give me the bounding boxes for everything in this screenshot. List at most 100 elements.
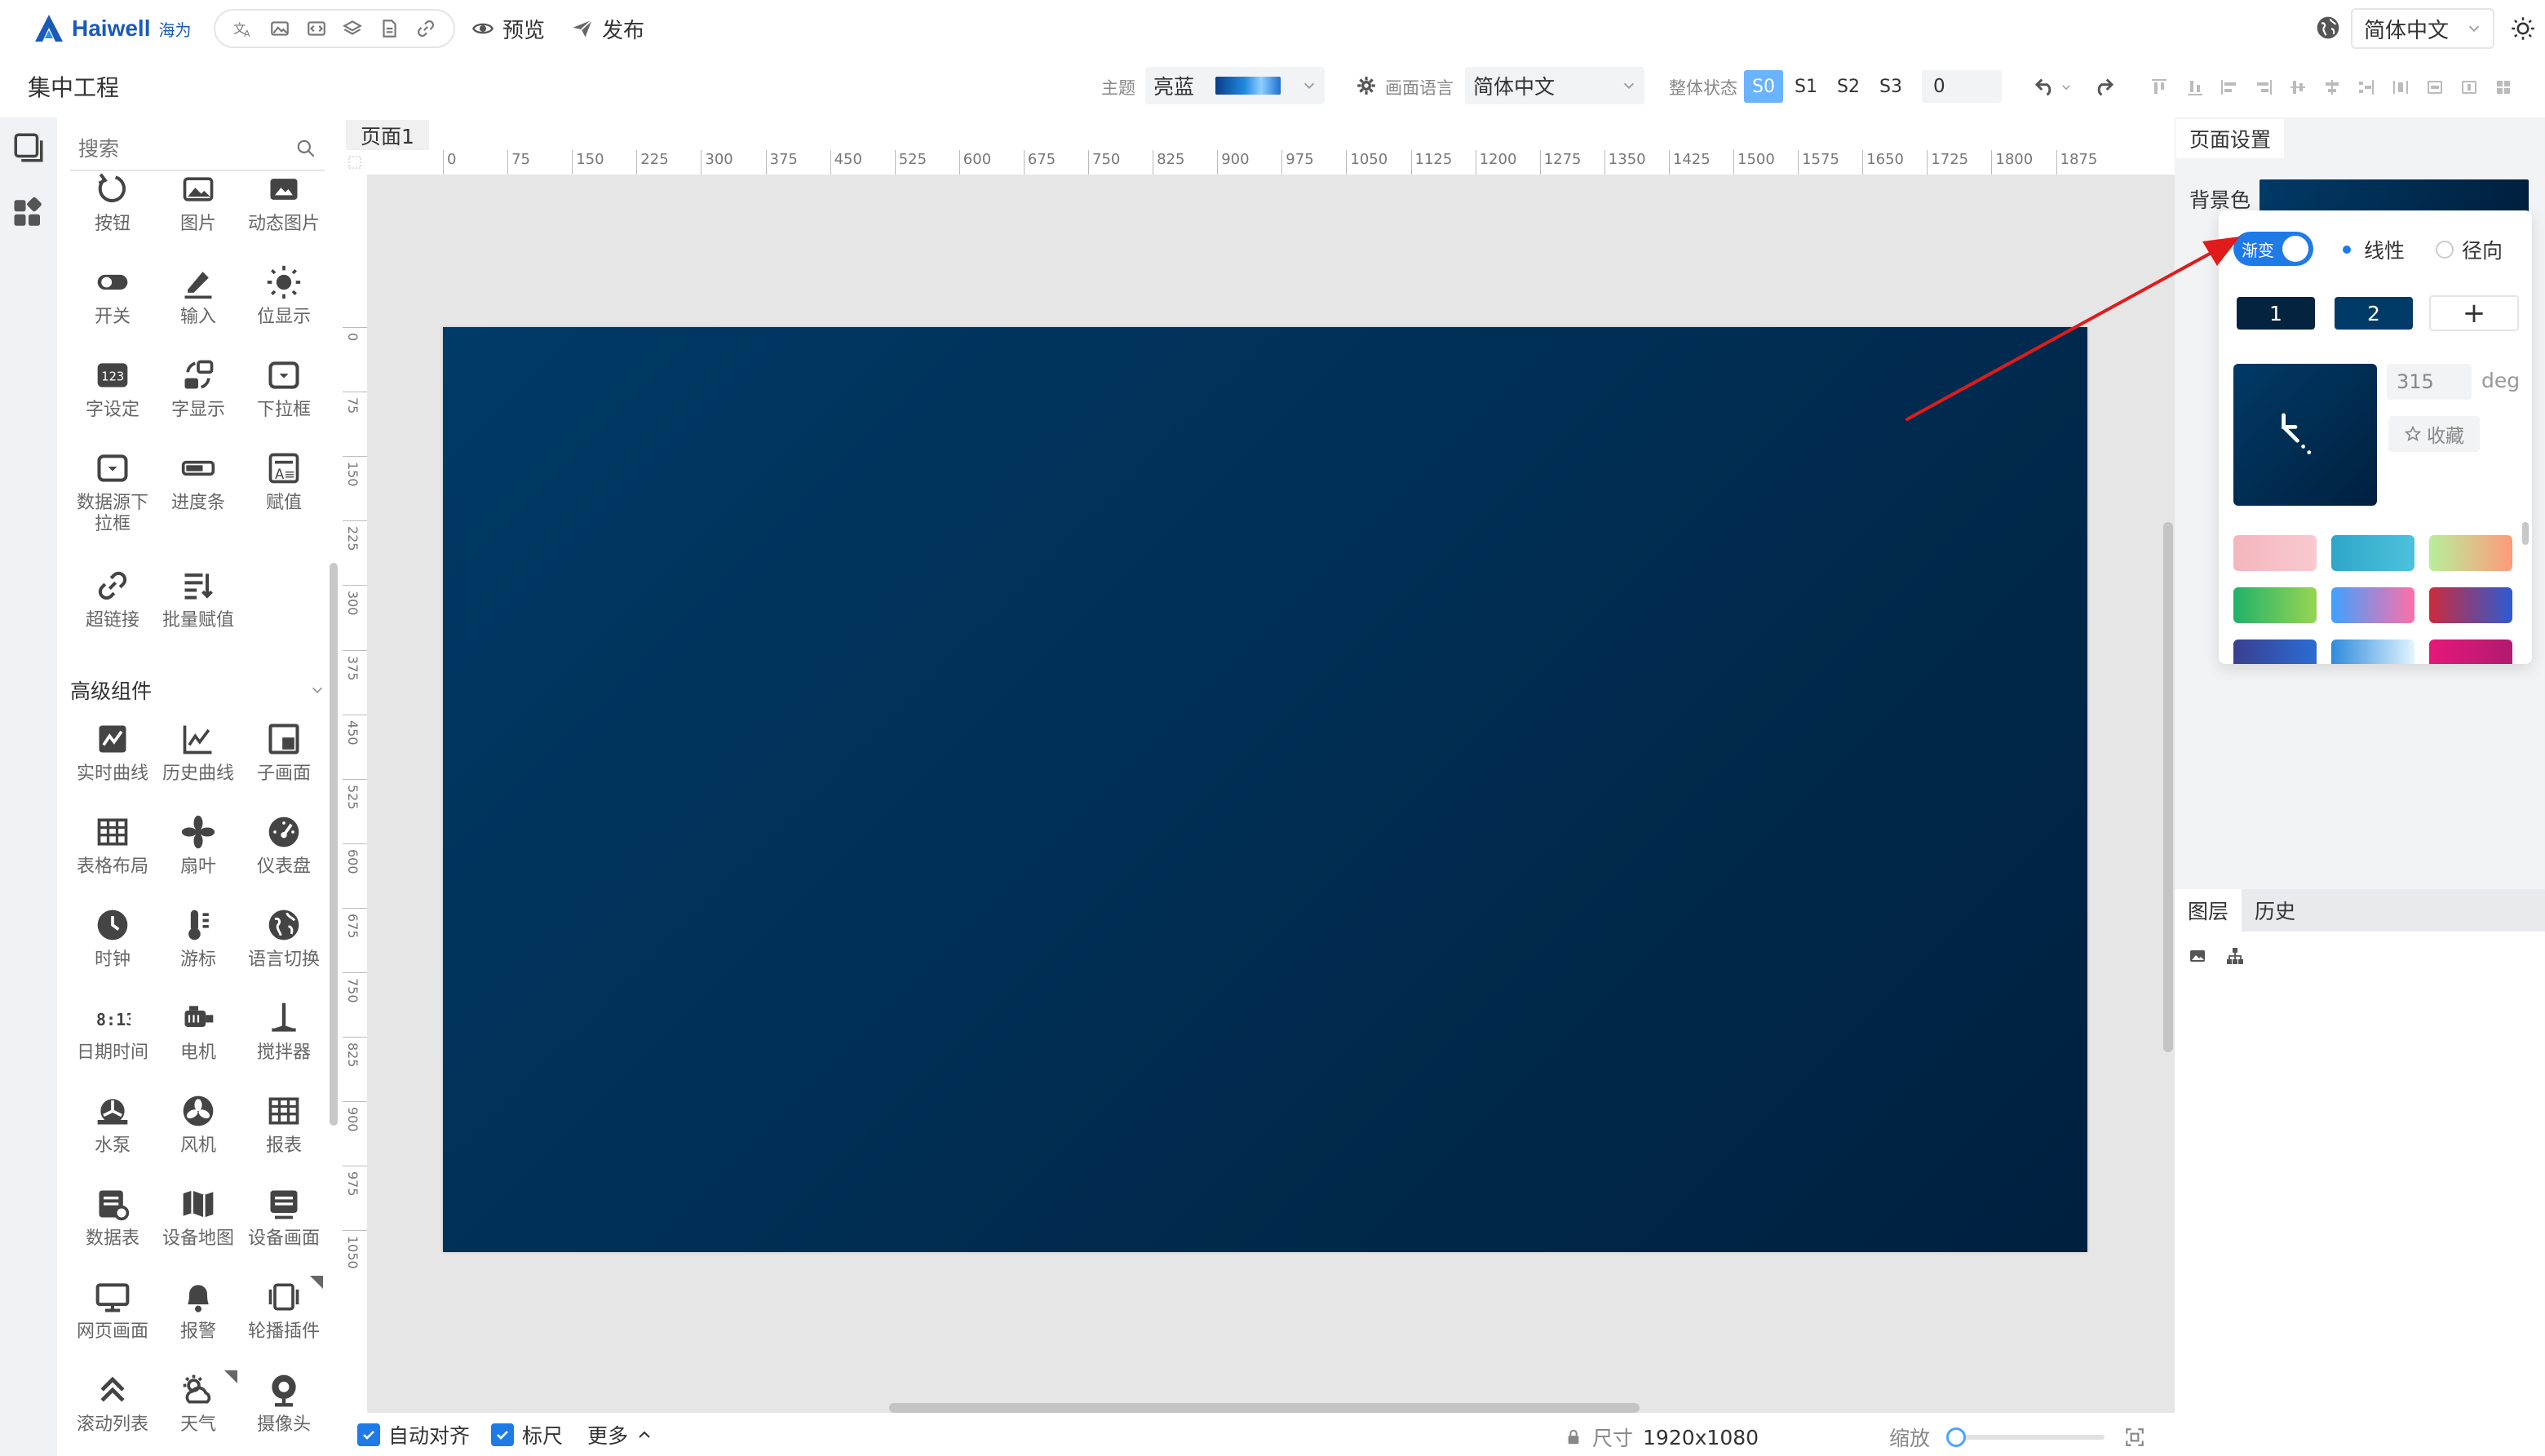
align-center-v-icon[interactable] xyxy=(2318,73,2346,101)
component-datasource-dropdown[interactable]: 数据源下拉框 xyxy=(70,449,155,538)
component-picture[interactable]: 图片 xyxy=(156,170,241,259)
image-layer-icon[interactable] xyxy=(2188,946,2207,966)
component-assign[interactable]: A≡ 赋值 xyxy=(241,449,326,538)
document-icon[interactable] xyxy=(375,15,403,42)
component-hyperlink[interactable]: 超链接 xyxy=(70,566,155,656)
component-device-screen[interactable]: 设备画面 xyxy=(241,1184,326,1274)
tab-history[interactable]: 历史 xyxy=(2242,889,2308,932)
component-datatable[interactable]: 数据表 xyxy=(70,1184,155,1274)
lock-icon[interactable] xyxy=(1565,1428,1582,1446)
component-dynamic-picture[interactable]: 动态图片 xyxy=(241,170,326,259)
component-toggle[interactable]: 开关 xyxy=(70,263,155,352)
component-motor[interactable]: 电机 xyxy=(156,998,241,1088)
advanced-components-header[interactable]: 高级组件 xyxy=(70,674,325,706)
component-dropdown[interactable]: 下拉框 xyxy=(241,356,326,445)
gradient-preset-swatch[interactable] xyxy=(2233,587,2317,623)
component-pump[interactable]: 水泵 xyxy=(70,1091,155,1181)
hierarchy-icon[interactable] xyxy=(2225,946,2245,966)
undo-icon[interactable] xyxy=(2033,73,2057,98)
theme-select[interactable]: 亮蓝 xyxy=(1145,67,1325,104)
more-button[interactable]: 更多 xyxy=(587,1420,653,1449)
same-size-icon[interactable] xyxy=(2490,73,2517,101)
canvas-vertical-scrollbar[interactable] xyxy=(2163,522,2173,1052)
distribute-h-icon[interactable] xyxy=(2352,73,2380,101)
component-fan-blade[interactable]: 扇叶 xyxy=(156,812,241,902)
zoom-slider-handle[interactable] xyxy=(1946,1427,1967,1447)
state-s3-button[interactable]: S3 xyxy=(1871,70,1910,103)
state-s1-button[interactable]: S1 xyxy=(1786,70,1826,103)
align-right-icon[interactable] xyxy=(2250,73,2277,101)
gradient-preset-swatch[interactable] xyxy=(2233,639,2317,664)
component-language-switch[interactable]: 语言切换 xyxy=(241,905,326,995)
align-top-icon[interactable] xyxy=(2145,73,2173,101)
component-subscreen[interactable]: 子画面 xyxy=(241,719,326,809)
favorite-button[interactable]: 收藏 xyxy=(2388,416,2480,452)
gradient-preset-swatch[interactable] xyxy=(2429,639,2512,664)
state-s0-button[interactable]: S0 xyxy=(1744,70,1783,103)
background-color-swatch[interactable] xyxy=(2260,179,2529,212)
search-icon[interactable] xyxy=(295,138,316,159)
add-stop-button[interactable]: + xyxy=(2429,295,2519,331)
distribute-v-icon[interactable] xyxy=(2387,73,2414,101)
state-input[interactable]: 0 xyxy=(1922,70,2002,103)
gradient-preset-swatch[interactable] xyxy=(2331,639,2414,664)
auto-align-checkbox[interactable]: 自动对齐 xyxy=(357,1420,470,1449)
code-icon[interactable] xyxy=(303,15,330,42)
component-mixer[interactable]: 搅拌器 xyxy=(241,998,326,1088)
screen-language-select[interactable]: 简体中文 xyxy=(1465,67,1644,104)
component-input[interactable]: 输入 xyxy=(156,263,241,352)
tab-page-settings[interactable]: 页面设置 xyxy=(2176,119,2285,158)
component-word-display[interactable]: 字显示 xyxy=(156,356,241,445)
theme-toggle-button[interactable] xyxy=(2504,8,2542,49)
state-s2-button[interactable]: S2 xyxy=(1829,70,1868,103)
same-width-icon[interactable] xyxy=(2421,73,2449,101)
zoom-slider[interactable] xyxy=(1946,1427,2105,1447)
gradient-preset-swatch[interactable] xyxy=(2233,535,2317,571)
chevron-down-icon[interactable] xyxy=(2060,82,2072,93)
gradient-preview[interactable] xyxy=(2233,364,2377,506)
component-button[interactable]: 按钮 xyxy=(70,170,155,259)
component-blower[interactable]: 风机 xyxy=(156,1091,241,1181)
canvas-horizontal-scrollbar[interactable] xyxy=(889,1403,1640,1413)
publish-button[interactable]: 发布 xyxy=(571,11,644,46)
preview-button[interactable]: 预览 xyxy=(471,11,545,46)
component-carousel[interactable]: 轮播插件 xyxy=(241,1277,326,1367)
component-camera[interactable]: 摄像头 xyxy=(241,1370,326,1456)
fit-screen-icon[interactable] xyxy=(2124,1427,2145,1448)
component-realtime-curve[interactable]: 实时曲线 xyxy=(70,719,155,809)
component-alarm[interactable]: 报警 xyxy=(156,1277,241,1367)
search-input[interactable] xyxy=(78,136,274,161)
component-webpage[interactable]: 网页画面 xyxy=(70,1277,155,1367)
component-gauge[interactable]: 仪表盘 xyxy=(241,812,326,902)
tab-layers[interactable]: 图层 xyxy=(2175,889,2242,932)
component-cursor[interactable]: 游标 xyxy=(156,905,241,995)
link-icon[interactable] xyxy=(412,15,440,42)
component-word-set[interactable]: 123 字设定 xyxy=(70,356,155,445)
component-clock[interactable]: 时钟 xyxy=(70,905,155,995)
component-datetime[interactable]: 8:13 日期时间 xyxy=(70,998,155,1088)
component-table-layout[interactable]: 表格布局 xyxy=(70,812,155,902)
component-device-map[interactable]: 设备地图 xyxy=(156,1184,241,1274)
component-panel-scrollbar[interactable] xyxy=(330,563,338,1126)
component-report[interactable]: 报表 xyxy=(241,1091,326,1181)
gradient-preset-swatch[interactable] xyxy=(2331,535,2414,571)
components-icon[interactable] xyxy=(11,196,46,230)
align-left-icon[interactable] xyxy=(2215,73,2243,101)
language-select[interactable]: 简体中文 xyxy=(2351,8,2494,49)
radial-radio[interactable]: 径向 xyxy=(2436,235,2503,264)
gradient-preset-swatch[interactable] xyxy=(2429,587,2512,623)
gradient-preset-swatch[interactable] xyxy=(2429,535,2512,571)
component-progress[interactable]: 进度条 xyxy=(156,449,241,538)
presets-scrollbar[interactable] xyxy=(2522,522,2529,545)
component-bit-display[interactable]: 位显示 xyxy=(241,263,326,352)
linear-radio[interactable]: 线性 xyxy=(2338,235,2405,264)
image-icon[interactable] xyxy=(266,15,294,42)
translate-icon[interactable]: 文A xyxy=(229,15,257,42)
align-center-h-icon[interactable] xyxy=(2284,73,2312,101)
component-scroll-list[interactable]: 滚动列表 xyxy=(70,1370,155,1456)
page-canvas[interactable] xyxy=(443,327,2087,1252)
component-history-curve[interactable]: 历史曲线 xyxy=(156,719,241,809)
ruler-checkbox[interactable]: 标尺 xyxy=(491,1420,563,1449)
gradient-preset-swatch[interactable] xyxy=(2331,587,2414,623)
pages-icon[interactable] xyxy=(11,131,46,165)
